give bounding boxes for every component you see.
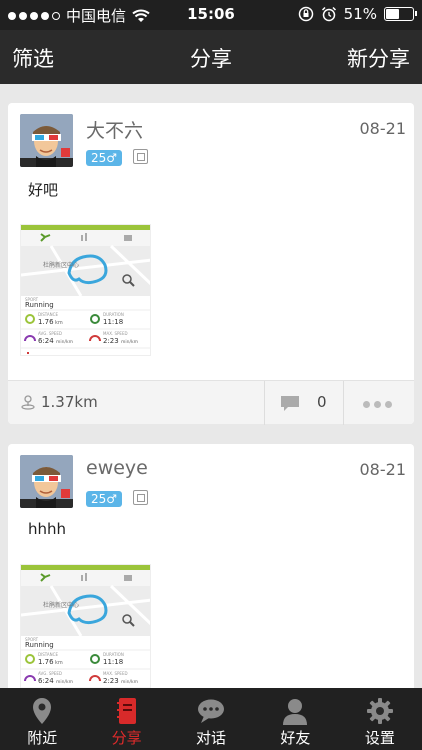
album-icon — [133, 490, 148, 505]
avg-speed-label: AVG. SPEED — [38, 331, 62, 336]
tab-label: 分享 — [111, 729, 142, 747]
location-pin-icon — [27, 696, 57, 726]
battery-icon — [384, 7, 417, 21]
tab-friends[interactable]: 好友 — [253, 688, 337, 750]
person-icon — [280, 696, 310, 726]
tab-label: 好友 — [280, 729, 311, 747]
post-date: 08-21 — [359, 460, 407, 479]
nav-bar: 筛选 分享 新分享 — [0, 30, 422, 84]
alarm-icon — [321, 6, 336, 22]
avg-speed-value: 6:24 — [38, 677, 54, 685]
status-right: 51% — [298, 5, 417, 23]
tab-label: 对话 — [196, 729, 227, 747]
avatar[interactable] — [20, 455, 73, 508]
sport-value: Running — [25, 641, 54, 649]
distance-value: 1.76 — [38, 318, 54, 326]
post-text: hhhh — [28, 520, 67, 538]
post-text: 好吧 — [28, 181, 59, 199]
username[interactable]: 大不六 — [86, 116, 143, 143]
tab-label: 设置 — [364, 729, 395, 747]
post-card[interactable]: eweye 08-21 25♂ hhhh 杜鹃新区中心 SPORT Runnin… — [8, 444, 414, 688]
location-marker-icon — [21, 395, 35, 410]
distance-value: 1.76 — [38, 658, 54, 666]
post-card[interactable]: 大不六 08-21 25♂ 好吧 杜鹃新区中心 SPORT Running DI… — [8, 103, 414, 425]
gear-icon — [365, 696, 395, 726]
comment-count: 0 — [317, 393, 327, 411]
duration-label: DURATION — [103, 652, 124, 657]
max-speed-label: MAX. SPEED — [103, 331, 128, 336]
max-speed-label: MAX. SPEED — [103, 671, 128, 676]
battery-percent: 51% — [343, 5, 377, 23]
age-gender-badge: 25♂ — [86, 150, 123, 166]
map-label: 杜鹃新区中心 — [43, 261, 79, 269]
distance-unit: km — [55, 660, 63, 666]
tab-bar: 附近 分享 对话 好友 设置 — [0, 688, 422, 750]
tab-nearby[interactable]: 附近 — [0, 688, 84, 750]
post-image[interactable]: 杜鹃新区中心 SPORT Running DISTANCE 1.76 km DU… — [20, 564, 151, 688]
avg-speed-label: AVG. SPEED — [38, 671, 62, 676]
album-icon — [133, 149, 148, 164]
chat-bubble-icon — [196, 696, 226, 726]
max-speed-value: 2:23 — [103, 337, 119, 345]
share-feed[interactable]: 大不六 08-21 25♂ 好吧 杜鹃新区中心 SPORT Running DI… — [0, 84, 422, 688]
username[interactable]: eweye — [86, 457, 148, 479]
more-options-icon[interactable] — [363, 401, 392, 408]
distance-label: DISTANCE — [38, 652, 58, 657]
duration-value: 11:18 — [103, 318, 123, 326]
status-bar: 中国电信 15:06 51% — [0, 0, 422, 30]
tab-chat[interactable]: 对话 — [169, 688, 253, 750]
comment-icon[interactable] — [280, 395, 300, 412]
notebook-icon — [112, 696, 142, 726]
tab-share[interactable]: 分享 — [84, 688, 168, 750]
duration-value: 11:18 — [103, 658, 123, 666]
new-share-button[interactable]: 新分享 — [347, 43, 410, 73]
distance-info: 1.37km — [20, 393, 98, 411]
duration-label: DURATION — [103, 312, 124, 317]
rotation-lock-icon — [298, 6, 313, 22]
post-date: 08-21 — [359, 119, 407, 138]
sport-value: Running — [25, 301, 54, 309]
tab-settings[interactable]: 设置 — [338, 688, 422, 750]
avg-speed-value: 6:24 — [38, 337, 54, 345]
avg-speed-unit: min/km — [56, 679, 73, 685]
post-image[interactable]: 杜鹃新区中心 SPORT Running DISTANCE 1.76 km DU… — [20, 224, 151, 356]
max-speed-unit: min/km — [121, 339, 138, 345]
map-label: 杜鹃新区中心 — [43, 601, 79, 609]
age-gender-badge: 25♂ — [86, 491, 123, 507]
avatar[interactable] — [20, 114, 73, 167]
tab-label: 附近 — [27, 729, 58, 747]
max-speed-value: 2:23 — [103, 677, 119, 685]
max-speed-unit: min/km — [121, 679, 138, 685]
distance-label: DISTANCE — [38, 312, 58, 317]
post-action-bar: 1.37km 0 — [8, 380, 414, 425]
distance-text: 1.37km — [41, 393, 98, 411]
distance-unit: km — [55, 320, 63, 326]
avg-speed-unit: min/km — [56, 339, 73, 345]
